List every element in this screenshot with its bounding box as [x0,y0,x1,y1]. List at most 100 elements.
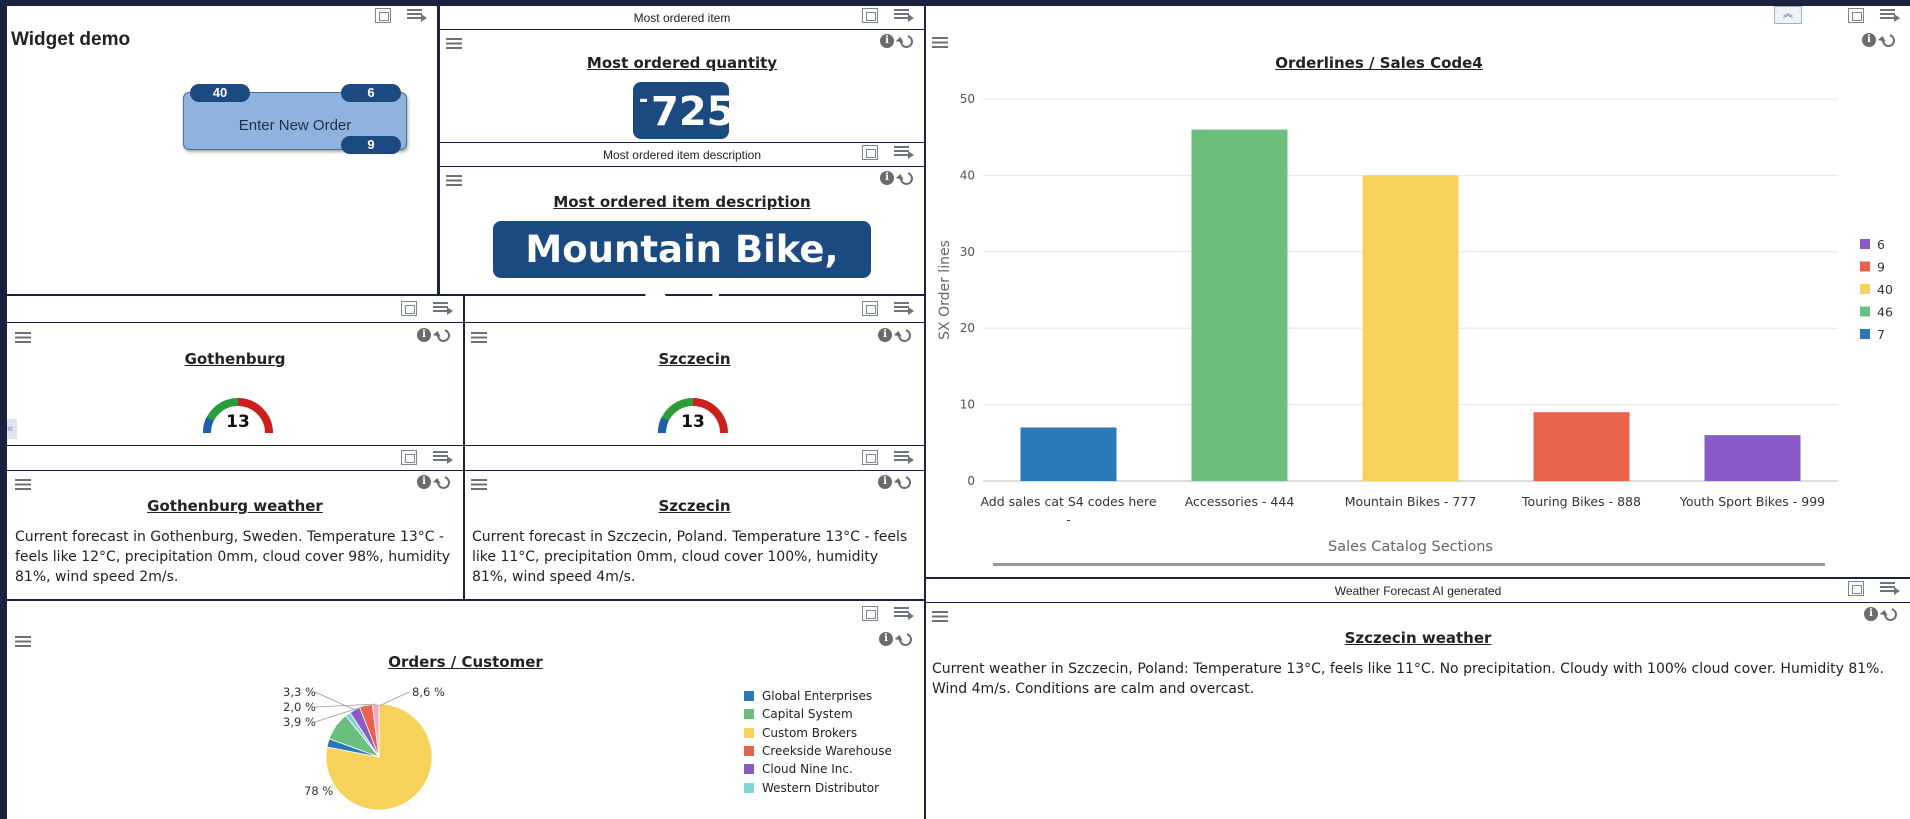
pie-leader-line [314,691,355,711]
legend-label: Western Distributor [762,780,880,795]
orders-customer-panel: i Orders / Customer 78 % 8,6 % 3,3 % 3,9 % 2… [7,627,924,819]
order-badge-left: 40 [190,84,250,102]
most-ordered-quantity-panel: i Most ordered quantity - 725 [440,30,924,142]
export-icon[interactable] [894,450,914,464]
legend-swatch [1860,261,1870,272]
menu-icon[interactable] [932,611,948,622]
legend-label: Creekside Warehouse [762,744,892,759]
legend-label: Cloud Nine Inc. [762,762,853,777]
maximize-icon[interactable] [862,450,878,465]
maximize-icon[interactable] [862,145,878,160]
export-icon[interactable] [894,301,914,315]
menu-icon[interactable] [15,332,31,343]
maximize-icon[interactable] [862,301,878,316]
refresh-icon[interactable] [896,630,915,648]
panel-title: Szczecin weather [1344,629,1492,647]
pie-data-label: 2,0 % [283,700,316,714]
y-tick-label: 40 [960,168,975,182]
most-ordered-desc-strip: Most ordered item description [440,143,924,166]
legend-swatch [744,782,754,793]
x-tick-label: Touring Bikes - 888 [1521,494,1641,509]
maximize-icon[interactable] [375,8,391,23]
info-icon[interactable]: i [879,632,893,646]
most-ordered-desc-panel: i Most ordered item description Mountain… [440,167,924,328]
x-tick-sublabel: - [1066,513,1070,527]
export-icon[interactable] [433,450,453,464]
info-icon[interactable]: i [880,34,894,48]
maximize-icon[interactable] [862,8,878,23]
legend-item: Creekside Warehouse [744,742,892,760]
widget-demo-title: Widget demo [11,29,131,50]
info-icon[interactable]: i [878,328,892,342]
export-icon[interactable] [407,8,427,22]
legend-swatch [744,746,754,757]
legend-label: 9 [1877,260,1885,275]
collapse-up-button[interactable]: ︽ [1774,6,1802,24]
legend-item: Custom Brokers [744,724,892,742]
bar [1191,129,1288,481]
refresh-icon[interactable] [897,169,916,187]
menu-icon[interactable] [471,479,487,490]
maximize-icon[interactable] [1848,581,1864,596]
strip-title: Most ordered item [633,11,731,25]
export-icon[interactable] [1880,581,1900,595]
export-icon[interactable] [894,145,914,159]
legend-swatch [1860,284,1870,294]
refresh-icon[interactable] [895,473,914,491]
export-icon[interactable] [894,606,914,620]
refresh-icon[interactable] [434,326,453,344]
info-icon[interactable]: i [878,475,892,489]
legend-swatch [1860,306,1870,317]
menu-icon[interactable] [15,636,31,647]
trend-icon: - [639,88,649,113]
legend-item: Western Distributor [744,778,892,796]
maximize-icon[interactable] [401,450,417,465]
menu-icon[interactable] [446,38,462,49]
info-icon[interactable]: i [1864,607,1878,621]
gauges-strip-right [465,296,924,322]
menu-icon[interactable] [471,332,487,343]
order-badge-bottom: 9 [341,136,401,154]
pie-data-label: 3,3 % [283,685,316,699]
panel-title: Szczecin [658,350,731,368]
info-icon[interactable]: i [417,475,431,489]
legend-swatch [744,709,754,720]
pie-data-label: 8,6 % [412,685,445,699]
bar [1704,435,1801,481]
weather-text: Current forecast in Gothenburg, Sweden. … [15,529,451,585]
maximize-icon[interactable] [1848,8,1864,23]
legend-swatch [744,764,754,775]
refresh-icon[interactable] [434,473,453,491]
orders-customer-pie: 78 % 8,6 % 3,3 % 3,9 %2,0 % [283,685,445,811]
pie-data-label: 3,9 % [283,715,316,729]
x-axis-label: Sales Catalog Sections [1328,539,1493,555]
weather-strip-right [465,446,924,470]
order-badge-right: 6 [341,84,401,102]
panel-title: Most ordered item description [553,193,811,211]
panel-title: Gothenburg [184,350,286,368]
legend-label: 7 [1877,327,1885,342]
info-icon[interactable]: i [417,328,431,342]
menu-icon[interactable] [15,479,31,490]
x-tick-label: Add sales cat S4 codes here [980,494,1156,509]
strip-title: Weather Forecast AI generated [1334,584,1502,598]
strip-title: Most ordered item description [602,148,762,162]
refresh-icon[interactable] [897,32,916,50]
y-tick-label: 50 [960,92,975,106]
maximize-icon[interactable] [862,606,878,621]
refresh-icon[interactable] [1881,605,1900,623]
export-icon[interactable] [1880,8,1900,22]
maximize-icon[interactable] [401,301,417,316]
menu-icon[interactable] [446,175,462,186]
legend-label: 40 [1877,282,1893,297]
collapse-handle[interactable]: « [7,419,17,439]
export-icon[interactable] [433,301,453,315]
weather-text: Current weather in Szczecin, Poland: Tem… [932,661,1884,697]
refresh-icon[interactable] [895,326,914,344]
enter-new-order-label: Enter New Order [238,117,352,134]
info-icon[interactable]: i [880,171,894,185]
legend-label: Capital System [762,707,853,722]
weather-text: Current forecast in Szczecin, Poland. Te… [472,529,908,585]
legend-item: Global Enterprises [744,687,892,705]
export-icon[interactable] [894,8,914,22]
